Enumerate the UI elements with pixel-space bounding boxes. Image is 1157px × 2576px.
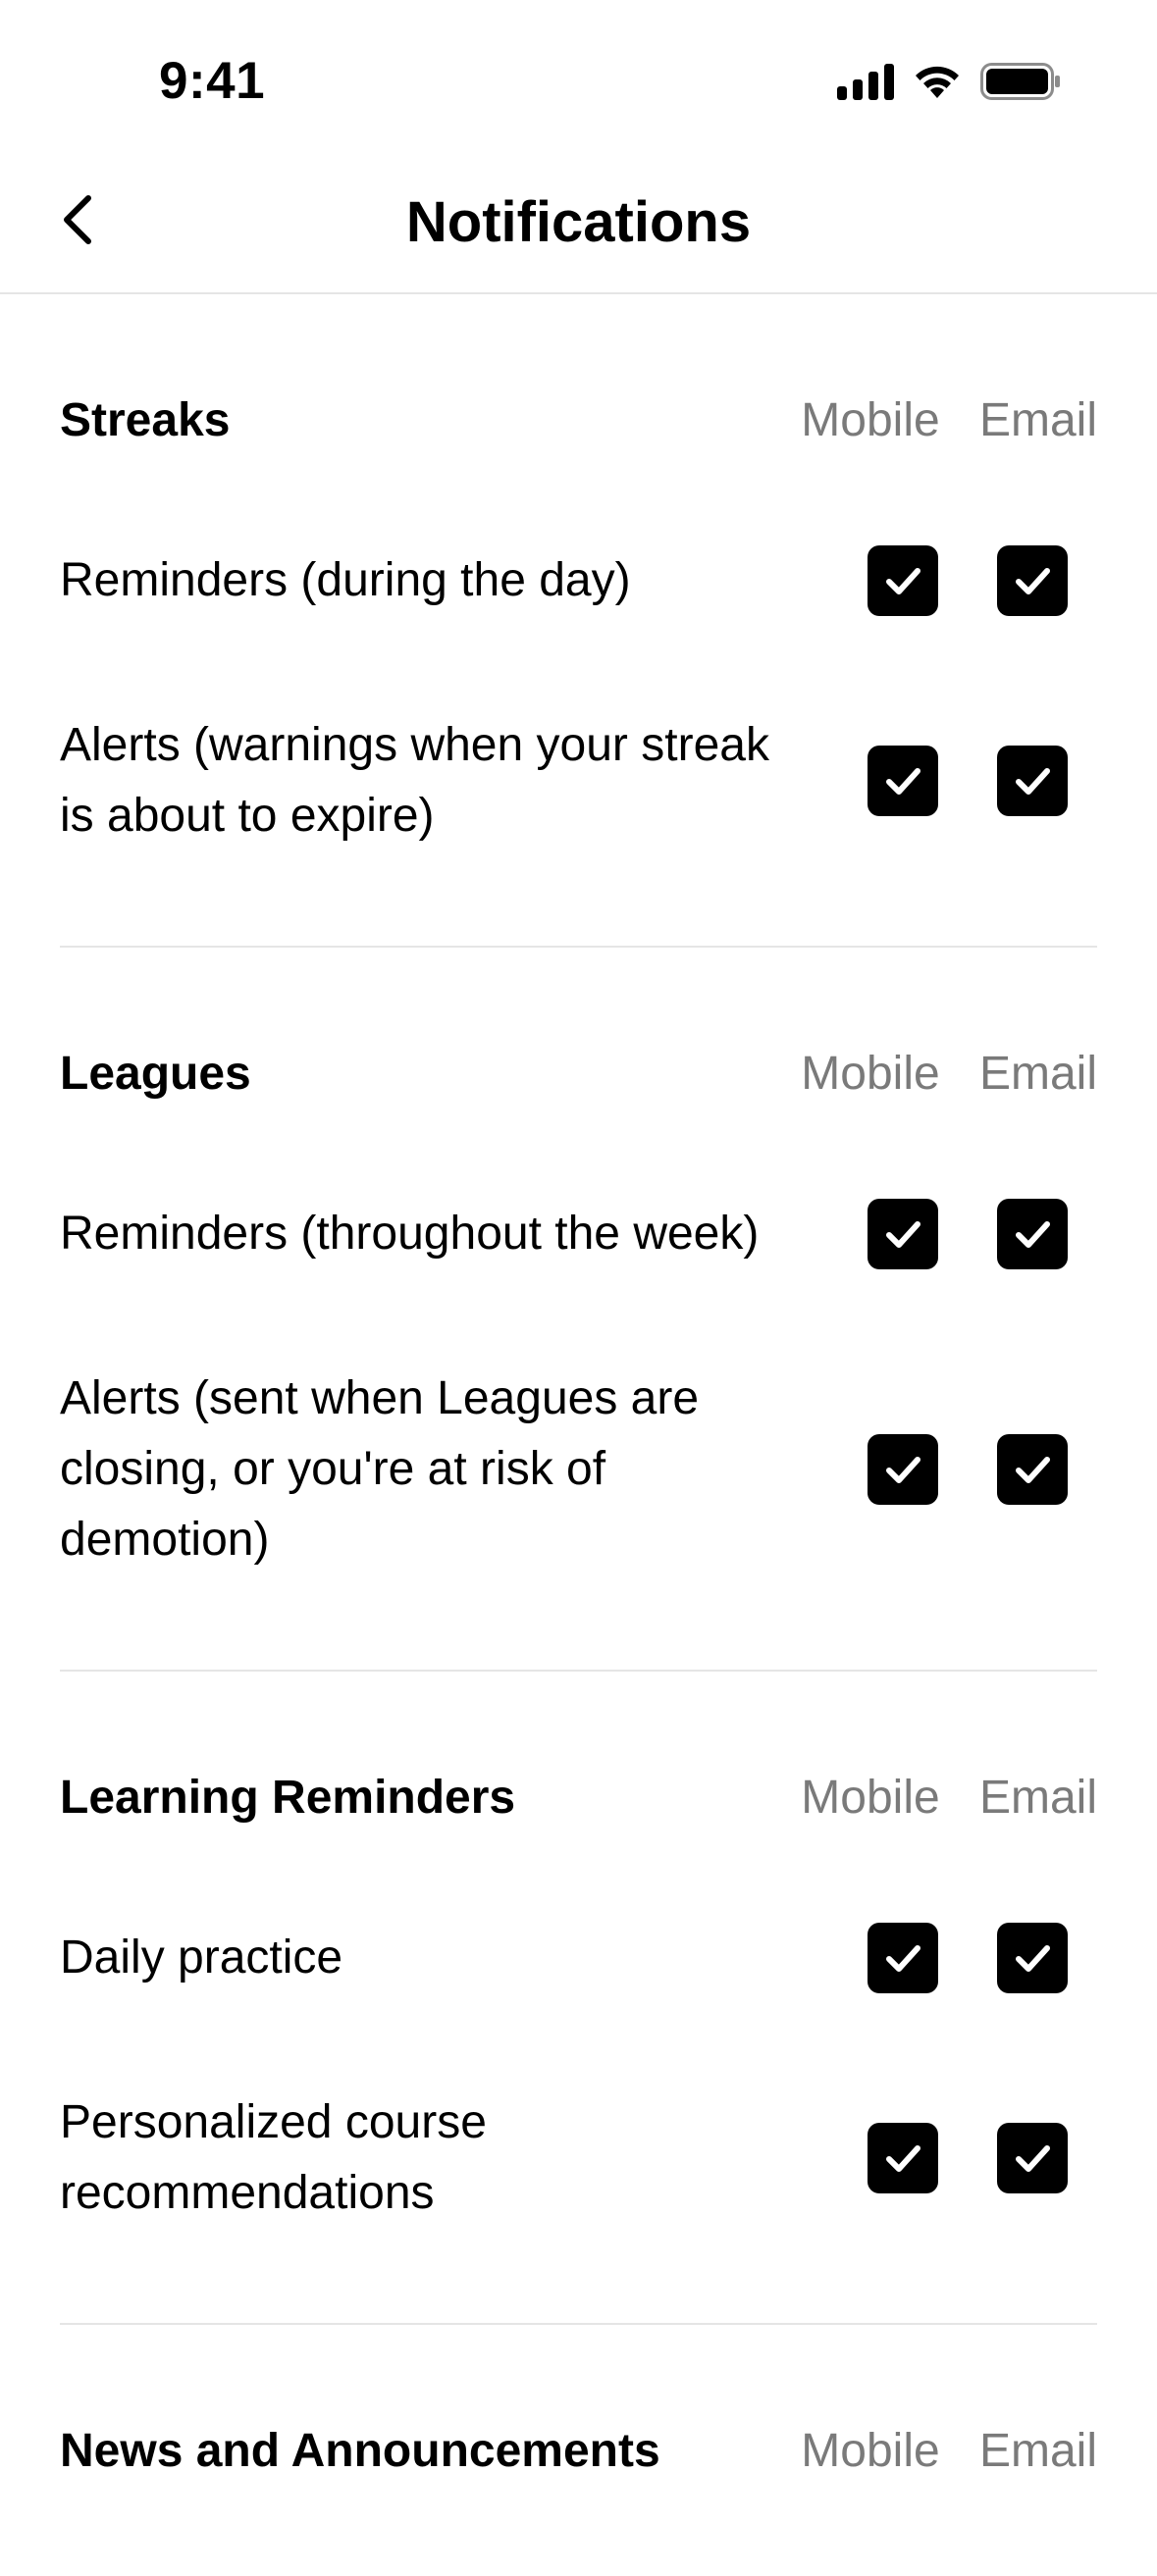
checkmark-icon — [886, 1221, 920, 1248]
email-checkbox[interactable] — [997, 545, 1068, 616]
setting-label: Personalized course recommendations — [60, 2096, 487, 2219]
column-label-email: Email — [978, 393, 1097, 446]
column-label-mobile: Mobile — [801, 1771, 940, 1824]
section-title: Learning Reminders — [60, 1771, 516, 1824]
column-label-mobile: Mobile — [801, 1047, 940, 1100]
checkmark-icon — [1016, 568, 1050, 594]
mobile-checkbox[interactable] — [868, 1434, 938, 1505]
status-bar: 9:41 — [0, 0, 1157, 157]
setting-row-league-alerts: Alerts (sent when Leagues are closing, o… — [60, 1364, 1097, 1575]
section-header: Learning Reminders Mobile Email — [60, 1766, 1097, 1829]
column-label-mobile: Mobile — [801, 2424, 940, 2477]
email-checkbox[interactable] — [997, 2123, 1068, 2193]
setting-label: Daily practice — [60, 1932, 343, 1984]
battery-icon — [980, 63, 1060, 100]
section-header: Streaks Mobile Email — [60, 388, 1097, 451]
email-checkbox[interactable] — [997, 1199, 1068, 1269]
cellular-signal-icon — [837, 63, 894, 100]
checkmark-icon — [886, 2145, 920, 2172]
status-icons — [837, 63, 1061, 100]
email-checkbox[interactable] — [997, 746, 1068, 816]
checkmark-icon — [886, 768, 920, 795]
email-checkbox[interactable] — [997, 1434, 1068, 1505]
section-learning-reminders: Learning Reminders Mobile Email Daily pr… — [60, 1672, 1097, 2325]
setting-row-streak-reminders: Reminders (during the day) — [60, 545, 1097, 616]
column-label-email: Email — [978, 1047, 1097, 1100]
checkmark-icon — [1016, 1457, 1050, 1483]
section-header: Leagues Mobile Email — [60, 1042, 1097, 1105]
mobile-checkbox[interactable] — [868, 1923, 938, 1993]
checkmark-icon — [1016, 768, 1050, 795]
nav-bar: Notifications — [0, 157, 1157, 294]
column-label-email: Email — [978, 2424, 1097, 2477]
setting-row-course-recommendations: Personalized course recommendations — [60, 2087, 1097, 2229]
setting-row-league-reminders: Reminders (throughout the week) — [60, 1199, 1097, 1269]
section-title: News and Announcements — [60, 2424, 660, 2477]
column-label-email: Email — [978, 1771, 1097, 1824]
checkmark-icon — [886, 1457, 920, 1483]
checkmark-icon — [1016, 1221, 1050, 1248]
section-streaks: Streaks Mobile Email Reminders (during t… — [60, 294, 1097, 948]
checkmark-icon — [1016, 2145, 1050, 2172]
page-title: Notifications — [405, 190, 752, 254]
setting-row-streak-alerts: Alerts (warnings when your streak is abo… — [60, 710, 1097, 851]
setting-label: Reminders (during the day) — [60, 554, 631, 606]
column-label-mobile: Mobile — [801, 393, 940, 446]
setting-label: Reminders (throughout the week) — [60, 1208, 760, 1260]
email-checkbox[interactable] — [997, 1923, 1068, 1993]
section-news-announcements: News and Announcements Mobile Email — [60, 2325, 1097, 2576]
checkmark-icon — [886, 568, 920, 594]
status-time: 9:41 — [159, 52, 266, 110]
mobile-checkbox[interactable] — [868, 746, 938, 816]
section-title: Leagues — [60, 1047, 251, 1100]
mobile-checkbox[interactable] — [868, 545, 938, 616]
checkmark-icon — [886, 1945, 920, 1972]
section-leagues: Leagues Mobile Email Reminders (througho… — [60, 948, 1097, 1672]
notification-settings-list: Streaks Mobile Email Reminders (during t… — [0, 294, 1157, 2576]
setting-label: Alerts (warnings when your streak is abo… — [60, 719, 769, 842]
mobile-checkbox[interactable] — [868, 2123, 938, 2193]
wifi-icon — [916, 66, 959, 98]
section-title: Streaks — [60, 393, 231, 446]
setting-row-daily-practice: Daily practice — [60, 1923, 1097, 1993]
section-header: News and Announcements Mobile Email — [60, 2419, 1097, 2482]
setting-label: Alerts (sent when Leagues are closing, o… — [60, 1372, 700, 1566]
checkmark-icon — [1016, 1945, 1050, 1972]
mobile-checkbox[interactable] — [868, 1199, 938, 1269]
